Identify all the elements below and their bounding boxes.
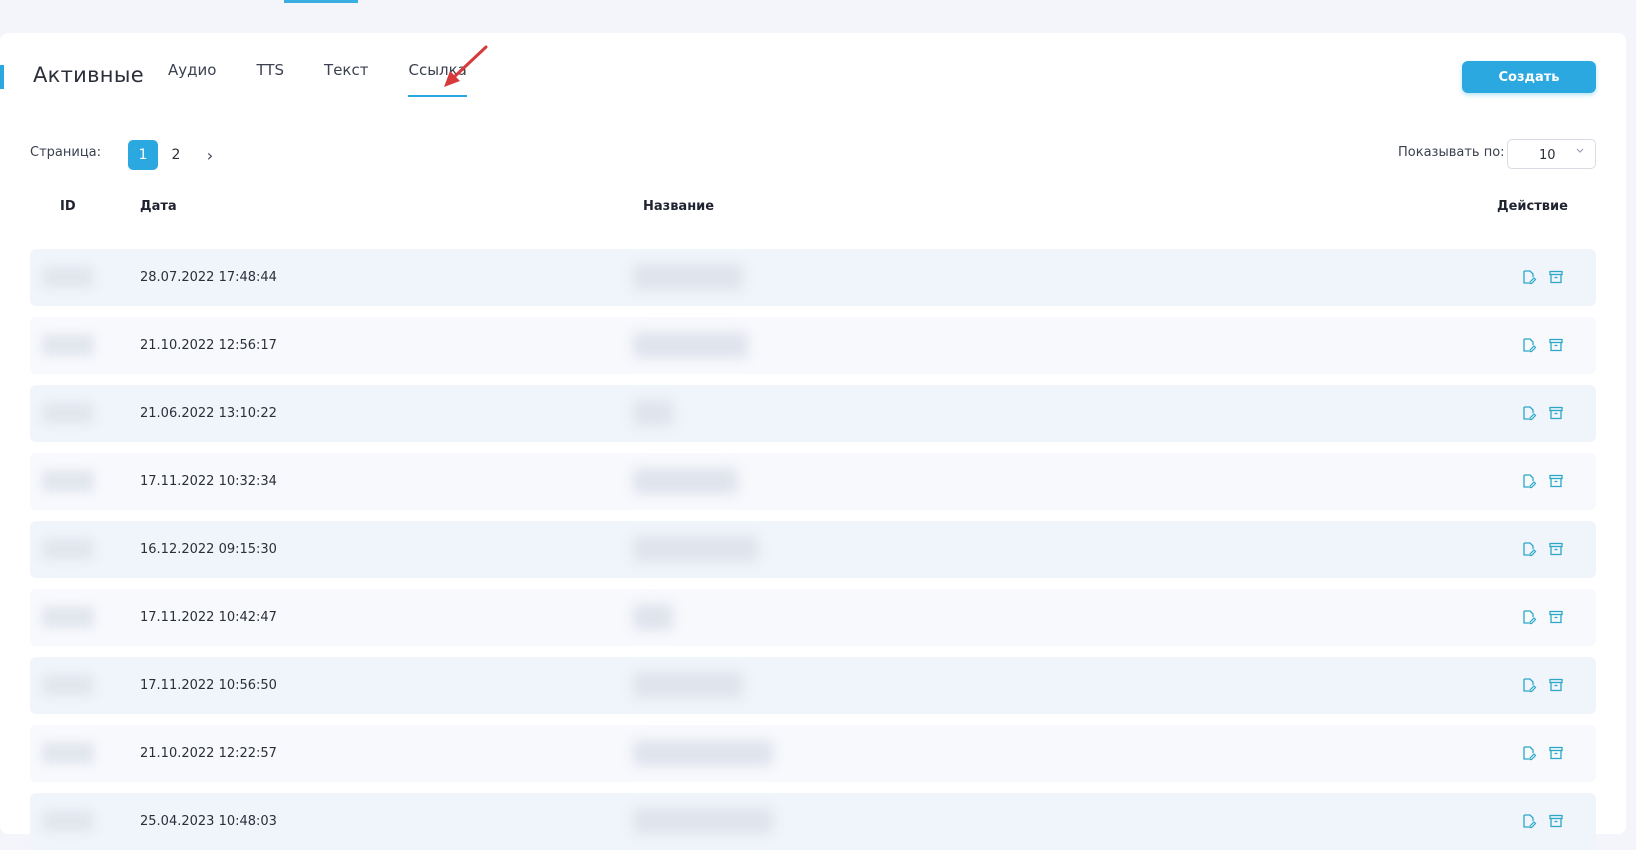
edit-icon[interactable] — [1521, 677, 1537, 693]
table-row[interactable]: 17.11.2022 10:32:34 — [30, 453, 1596, 510]
row-name-redacted — [633, 332, 748, 358]
column-header-id: ID — [60, 199, 76, 214]
top-nav-active-indicator — [284, 0, 358, 3]
row-id-redacted — [42, 742, 94, 764]
table-row[interactable]: 17.11.2022 10:56:50 — [30, 657, 1596, 714]
row-id-redacted — [42, 402, 94, 424]
table-row[interactable]: 17.11.2022 10:42:47 — [30, 589, 1596, 646]
edit-icon[interactable] — [1521, 269, 1537, 285]
main-card: Активные Аудио TTS Текст Ссылка Создать … — [0, 33, 1626, 850]
pagination-label: Страница: — [30, 145, 102, 160]
row-name-redacted — [633, 808, 773, 834]
edit-icon[interactable] — [1521, 337, 1537, 353]
row-id-redacted — [42, 266, 94, 288]
archive-icon[interactable] — [1548, 473, 1564, 489]
table-row[interactable]: 21.10.2022 12:22:57 — [30, 725, 1596, 782]
row-date: 28.07.2022 17:48:44 — [140, 270, 277, 285]
edit-icon[interactable] — [1521, 745, 1537, 761]
table-row[interactable]: 25.04.2023 10:48:03 — [30, 793, 1596, 850]
row-date: 17.11.2022 10:32:34 — [140, 474, 277, 489]
edit-icon[interactable] — [1521, 473, 1537, 489]
chevron-down-icon — [1576, 148, 1584, 153]
archive-icon[interactable] — [1548, 405, 1564, 421]
row-name-redacted — [633, 468, 738, 494]
row-name-redacted — [633, 536, 758, 562]
column-header-name: Название — [643, 199, 715, 214]
archive-icon[interactable] — [1548, 269, 1564, 285]
archive-icon[interactable] — [1548, 745, 1564, 761]
row-name-redacted — [633, 740, 773, 766]
archive-icon[interactable] — [1548, 337, 1564, 353]
table-row[interactable]: 28.07.2022 17:48:44 — [30, 249, 1596, 306]
column-header-date: Дата — [140, 199, 177, 214]
per-page-select[interactable]: 10 — [1507, 139, 1596, 169]
row-id-redacted — [42, 674, 94, 696]
row-name-redacted — [633, 672, 743, 698]
row-name-redacted — [633, 604, 673, 630]
section-marker — [0, 65, 4, 89]
create-button[interactable]: Создать — [1462, 61, 1596, 93]
archive-icon[interactable] — [1548, 541, 1564, 557]
row-id-redacted — [42, 470, 94, 492]
edit-icon[interactable] — [1521, 405, 1537, 421]
tab-tts[interactable]: TTS — [256, 61, 284, 97]
row-name-redacted — [633, 264, 743, 290]
table-row[interactable]: 16.12.2022 09:15:30 — [30, 521, 1596, 578]
edit-icon[interactable] — [1521, 541, 1537, 557]
tab-text[interactable]: Текст — [324, 61, 368, 97]
row-date: 25.04.2023 10:48:03 — [140, 814, 277, 829]
row-name-redacted — [633, 400, 673, 426]
row-date: 17.11.2022 10:56:50 — [140, 678, 277, 693]
edit-icon[interactable] — [1521, 813, 1537, 829]
edit-icon[interactable] — [1521, 609, 1537, 625]
archive-icon[interactable] — [1548, 677, 1564, 693]
table-row[interactable]: 21.10.2022 12:56:17 — [30, 317, 1596, 374]
page-button-1[interactable]: 1 — [128, 140, 158, 170]
row-date: 21.10.2022 12:22:57 — [140, 746, 277, 761]
tab-audio[interactable]: Аудио — [168, 61, 216, 97]
row-date: 16.12.2022 09:15:30 — [140, 542, 277, 557]
annotation-arrow — [444, 45, 488, 87]
next-page-button[interactable]: › — [203, 140, 217, 170]
row-date: 17.11.2022 10:42:47 — [140, 610, 277, 625]
row-date: 21.10.2022 12:56:17 — [140, 338, 277, 353]
per-page-value: 10 — [1539, 148, 1556, 163]
row-id-redacted — [42, 538, 94, 560]
row-id-redacted — [42, 606, 94, 628]
row-id-redacted — [42, 334, 94, 356]
archive-icon[interactable] — [1548, 609, 1564, 625]
row-date: 21.06.2022 13:10:22 — [140, 406, 277, 421]
archive-icon[interactable] — [1548, 813, 1564, 829]
table-row[interactable]: 21.06.2022 13:10:22 — [30, 385, 1596, 442]
row-id-redacted — [42, 810, 94, 832]
page-title: Активные — [33, 63, 144, 87]
page-button-2[interactable]: 2 — [161, 140, 191, 170]
column-header-action: Действие — [1497, 199, 1568, 214]
per-page-label: Показывать по: — [1398, 145, 1505, 160]
